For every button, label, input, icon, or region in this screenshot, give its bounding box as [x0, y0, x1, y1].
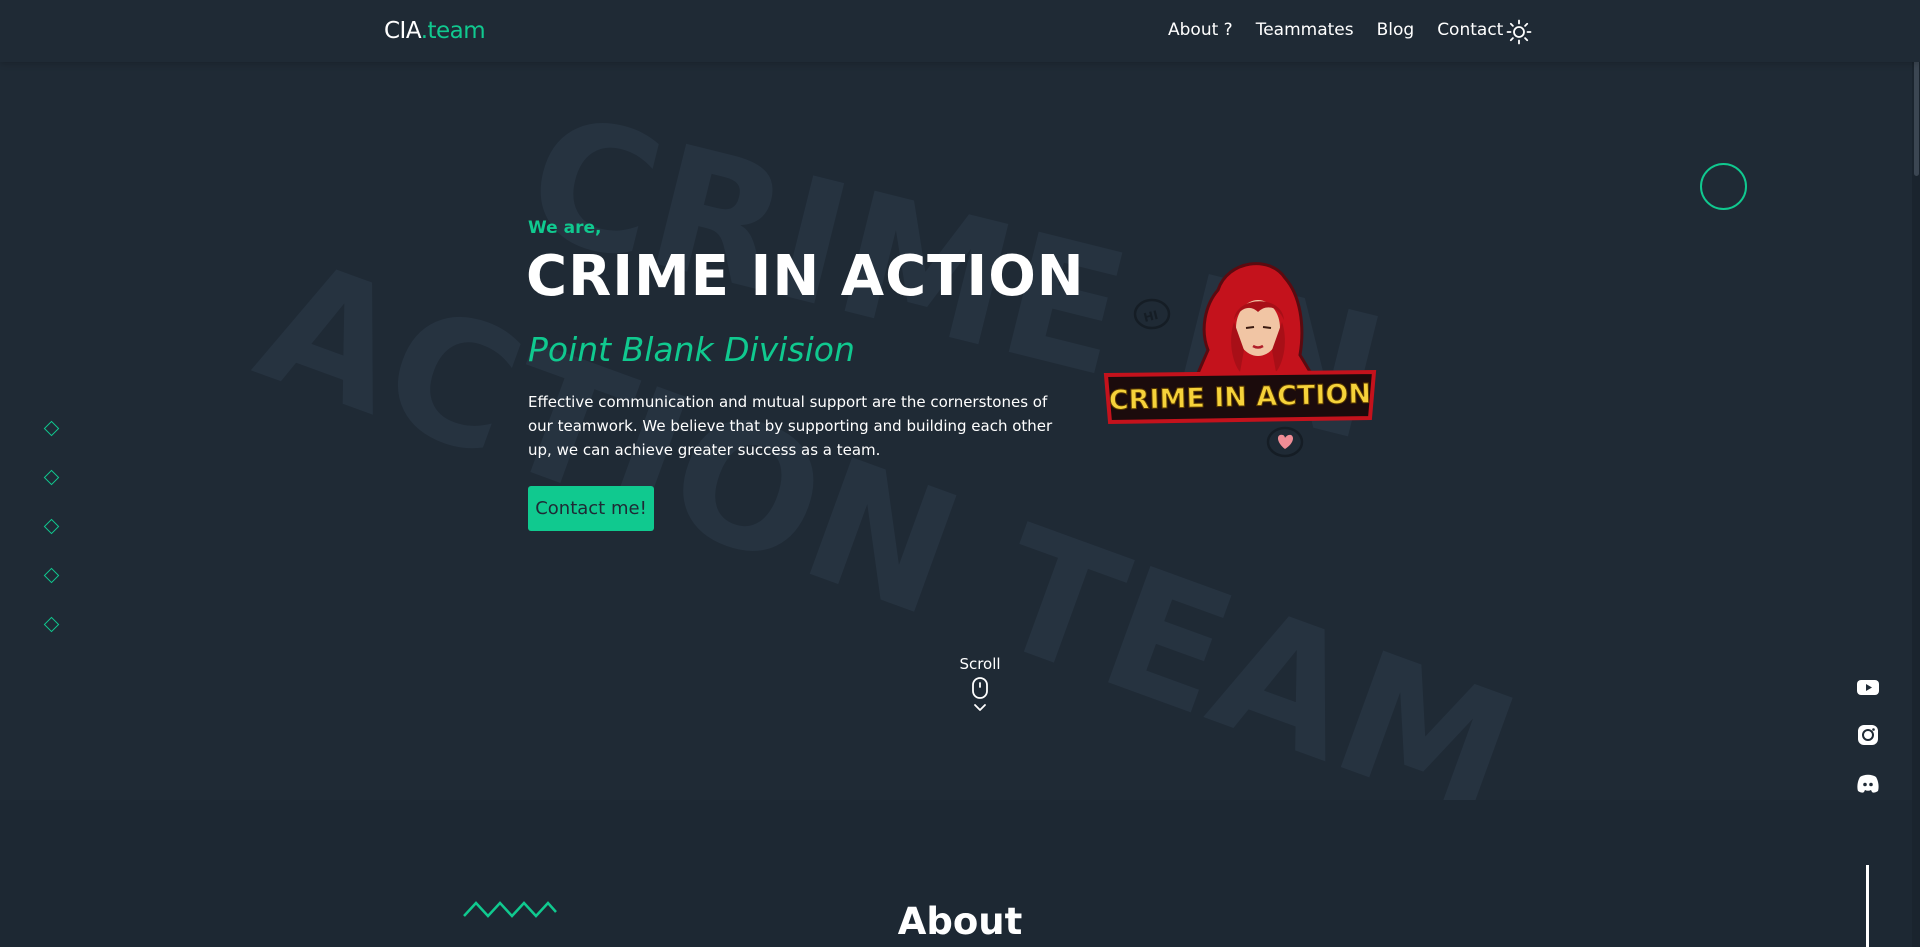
logo-main: CIA — [384, 18, 421, 44]
site-logo[interactable]: CIA.team — [384, 18, 486, 44]
speech-bubble-hi: HI — [1133, 298, 1171, 330]
scroll-indicator[interactable]: Scroll — [940, 655, 1020, 714]
youtube-icon[interactable] — [1854, 673, 1882, 701]
diamond-decoration — [43, 469, 60, 486]
about-title: About — [897, 900, 1023, 943]
scroll-progress-line — [1866, 865, 1869, 947]
bubble-text: HI — [1142, 308, 1159, 325]
sun-icon[interactable] — [1506, 19, 1532, 45]
scroll-label: Scroll — [959, 655, 1001, 673]
site-header: CIA.team About ? Teammates Blog Contact — [0, 0, 1920, 62]
nav-blog[interactable]: Blog — [1377, 20, 1415, 40]
speech-bubble-heart — [1266, 426, 1304, 458]
ring-decoration — [1700, 163, 1747, 210]
mouse-icon — [972, 677, 988, 699]
logo-accent: .team — [420, 18, 486, 44]
main-nav: About ? Teammates Blog Contact — [1168, 20, 1503, 40]
hero-division: Point Blank Division — [528, 330, 855, 369]
instagram-icon[interactable] — [1854, 721, 1882, 749]
mascot-logo: HI CRIME IN ACTION — [1103, 262, 1377, 458]
nav-teammates[interactable]: Teammates — [1256, 20, 1354, 40]
discord-icon[interactable] — [1854, 769, 1882, 797]
diamond-decoration — [43, 567, 60, 584]
diamond-decoration — [43, 616, 60, 633]
nav-contact[interactable]: Contact — [1437, 20, 1503, 40]
chevron-down-icon — [974, 704, 986, 711]
hero-description: Effective communication and mutual suppo… — [528, 393, 1053, 459]
nav-about[interactable]: About ? — [1168, 20, 1233, 40]
hero-title: CRIME IN ACTION — [526, 244, 1085, 309]
page: CRIME IN ACTION TEAM CIA.team About ? Te… — [0, 0, 1920, 947]
hero-intro: We are, — [528, 218, 602, 238]
diamond-decoration — [43, 518, 60, 535]
contact-button[interactable]: Contact me! — [528, 486, 654, 531]
diamond-decoration — [43, 420, 60, 437]
